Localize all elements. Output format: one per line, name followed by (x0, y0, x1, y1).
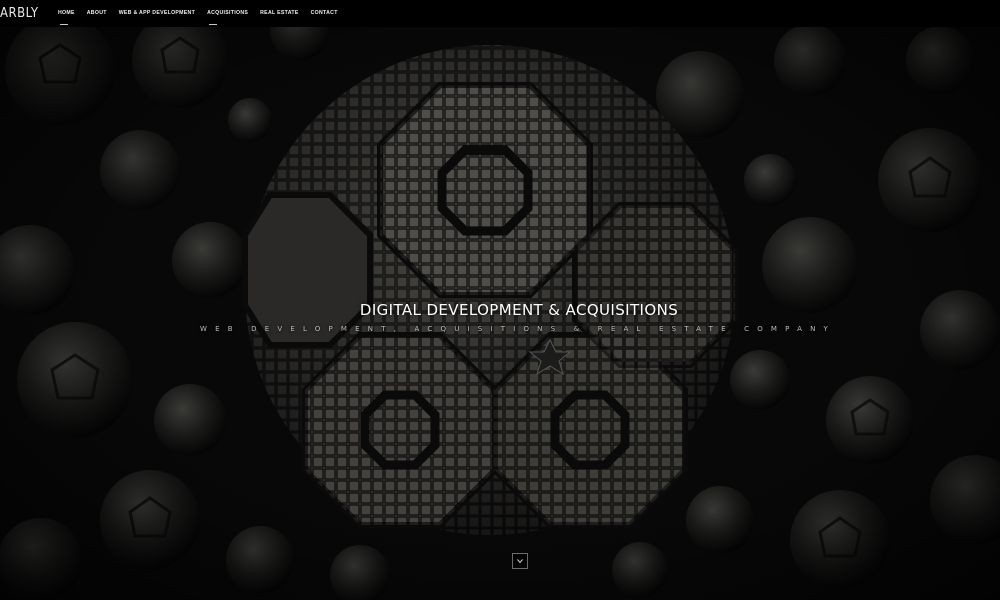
nav-item-contact[interactable]: CONTACT (311, 9, 338, 19)
nav-item-home[interactable]: HOME (58, 9, 75, 25)
chevron-down-icon (517, 559, 523, 564)
main-nav: HOME ABOUT WEB & APP DEVELOPMENT ACQUISI… (58, 0, 338, 27)
site-logo[interactable]: ARBLY (0, 6, 39, 22)
nav-item-real-estate[interactable]: REAL ESTATE (260, 9, 298, 19)
nav-item-about[interactable]: ABOUT (87, 9, 107, 19)
hero-subtitle: WEB DEVELOPMENT, ACQUISITIONS & REAL EST… (199, 325, 837, 333)
hero-text-block: DIGITAL DEVELOPMENT & ACQUISITIONS WEB D… (0, 300, 1000, 336)
top-navbar: ARBLY HOME ABOUT WEB & APP DEVELOPMENT A… (0, 0, 1000, 27)
scroll-down-button[interactable] (512, 553, 528, 569)
page: ARBLY HOME ABOUT WEB & APP DEVELOPMENT A… (0, 0, 1000, 600)
nav-item-acquisitions[interactable]: ACQUISITIONS (207, 9, 248, 25)
nav-item-web-app-development[interactable]: WEB & APP DEVELOPMENT (119, 9, 195, 19)
hero-title: DIGITAL DEVELOPMENT & ACQUISITIONS (359, 301, 679, 319)
